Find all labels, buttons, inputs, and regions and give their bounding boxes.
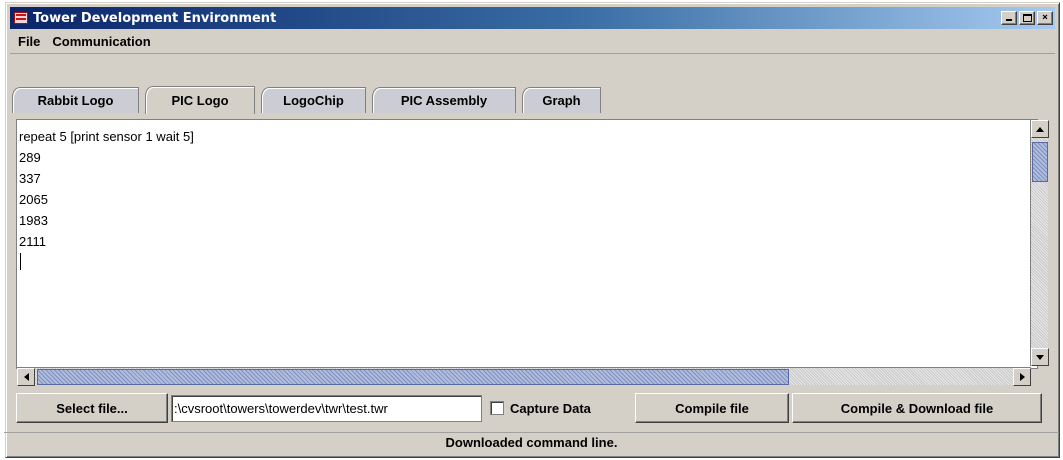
title-bar[interactable]: Tower Development Environment × [10,7,1055,29]
vertical-scroll-thumb[interactable] [1032,142,1048,182]
horizontal-scrollbar[interactable] [17,367,1031,386]
maximize-button[interactable] [1019,11,1035,25]
capture-data-label: Capture Data [510,400,591,416]
editor-content: repeat 5 [print sensor 1 wait 5] 289 337… [19,126,194,270]
scroll-left-button[interactable] [17,368,35,386]
close-icon: × [1041,12,1049,23]
compile-download-button[interactable]: Compile & Download file [792,393,1042,423]
checkbox-box[interactable] [490,401,504,415]
select-file-button[interactable]: Select file... [16,393,168,423]
status-bar: Downloaded command line. [4,432,1059,452]
compile-file-button[interactable]: Compile file [635,393,789,423]
arrow-right-icon [1019,373,1025,381]
minimize-icon [1006,19,1012,21]
editor-line: 337 [19,171,41,186]
capture-data-checkbox[interactable]: Capture Data [490,393,591,423]
arrow-down-icon [1036,354,1044,360]
window-controls: × [999,11,1053,25]
minimize-button[interactable] [1001,11,1017,25]
text-caret [20,253,21,270]
arrow-left-icon [23,373,29,381]
maximize-icon [1023,14,1032,22]
bottom-controls: Select file... :\cvsroot\towers\towerdev… [16,393,1046,423]
tower-app-icon[interactable] [13,10,29,26]
window-title: Tower Development Environment [33,10,277,26]
tab-pic-logo[interactable]: PIC Logo [145,86,255,114]
editor-line: 1983 [19,213,48,228]
tab-rabbit-logo[interactable]: Rabbit Logo [12,87,139,113]
code-editor[interactable]: repeat 5 [print sensor 1 wait 5] 289 337… [16,119,1038,369]
horizontal-scroll-thumb[interactable] [37,369,789,385]
menu-communication[interactable]: Communication [46,34,156,49]
editor-line: 2111 [19,234,46,249]
close-button[interactable]: × [1037,11,1053,25]
tab-pic-assembly[interactable]: PIC Assembly [372,87,516,113]
arrow-up-icon [1036,126,1044,132]
editor-line: repeat 5 [print sensor 1 wait 5] [19,129,194,144]
scroll-down-button[interactable] [1031,348,1049,366]
editor-line: 2065 [19,192,48,207]
tab-logochip[interactable]: LogoChip [261,87,366,113]
menu-bar: File Communication [10,30,1055,54]
status-text: Downloaded command line. [445,435,618,450]
editor-line: 289 [19,150,41,165]
tab-graph[interactable]: Graph [522,87,601,113]
file-path-field[interactable]: :\cvsroot\towers\towerdev\twr\test.twr [171,395,482,422]
menu-file[interactable]: File [12,34,46,49]
scroll-right-button[interactable] [1013,368,1031,386]
scroll-up-button[interactable] [1031,120,1049,138]
vertical-scrollbar[interactable] [1030,120,1049,366]
